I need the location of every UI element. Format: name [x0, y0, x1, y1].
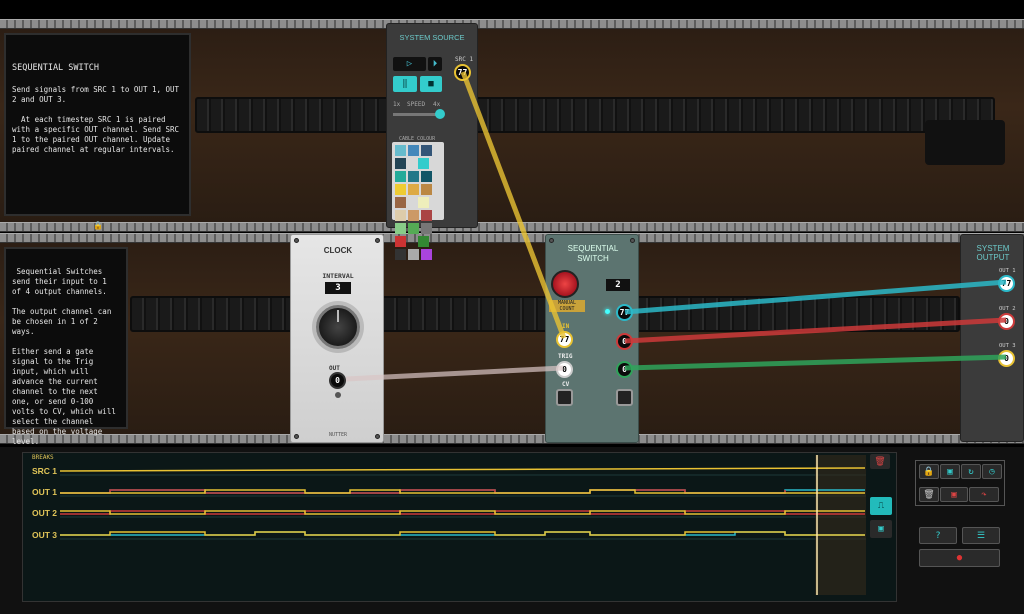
- patch-cables: [345, 71, 1007, 382]
- cable-out3[interactable]: [624, 354, 1007, 371]
- undo-button[interactable]: ↻: [961, 464, 981, 479]
- save-button[interactable]: ▣: [940, 464, 960, 479]
- delete-break-button[interactable]: 🗑: [870, 454, 890, 469]
- export-button[interactable]: ▣: [940, 487, 968, 502]
- timeline-panel: BREAKS SRC 1 OUT 1 OUT 2 OUT 3 🗑 ⎍ ▣ 🔒 ▣…: [0, 447, 1024, 614]
- trace-src1: [60, 467, 866, 472]
- timeline-waveforms[interactable]: [60, 455, 866, 595]
- trash-button[interactable]: 🗑: [919, 487, 939, 502]
- cable-out1[interactable]: [624, 279, 1007, 315]
- lock-button[interactable]: 🔒: [919, 464, 939, 479]
- timeline-future-region: [815, 455, 866, 595]
- cable-out2[interactable]: [624, 317, 1007, 344]
- record-button[interactable]: ●: [919, 549, 1000, 567]
- row-label-out3: OUT 3: [32, 530, 58, 540]
- row-label-out2: OUT 2: [32, 508, 58, 518]
- timer-button[interactable]: ◷: [982, 464, 1002, 479]
- menu-button[interactable]: ☰: [962, 527, 1000, 544]
- snapshot-button[interactable]: ▣: [870, 520, 892, 538]
- row-label-src1: SRC 1: [32, 466, 58, 476]
- cable-src-to-in[interactable]: [460, 71, 567, 339]
- row-label-out1: OUT 1: [32, 487, 58, 497]
- help-button[interactable]: ?: [919, 527, 957, 544]
- cable-clock-to-trig[interactable]: [345, 365, 564, 382]
- redo-button[interactable]: ↷: [969, 487, 999, 502]
- breaks-label: BREAKS: [32, 454, 54, 461]
- waveform-view-button[interactable]: ⎍: [870, 497, 892, 515]
